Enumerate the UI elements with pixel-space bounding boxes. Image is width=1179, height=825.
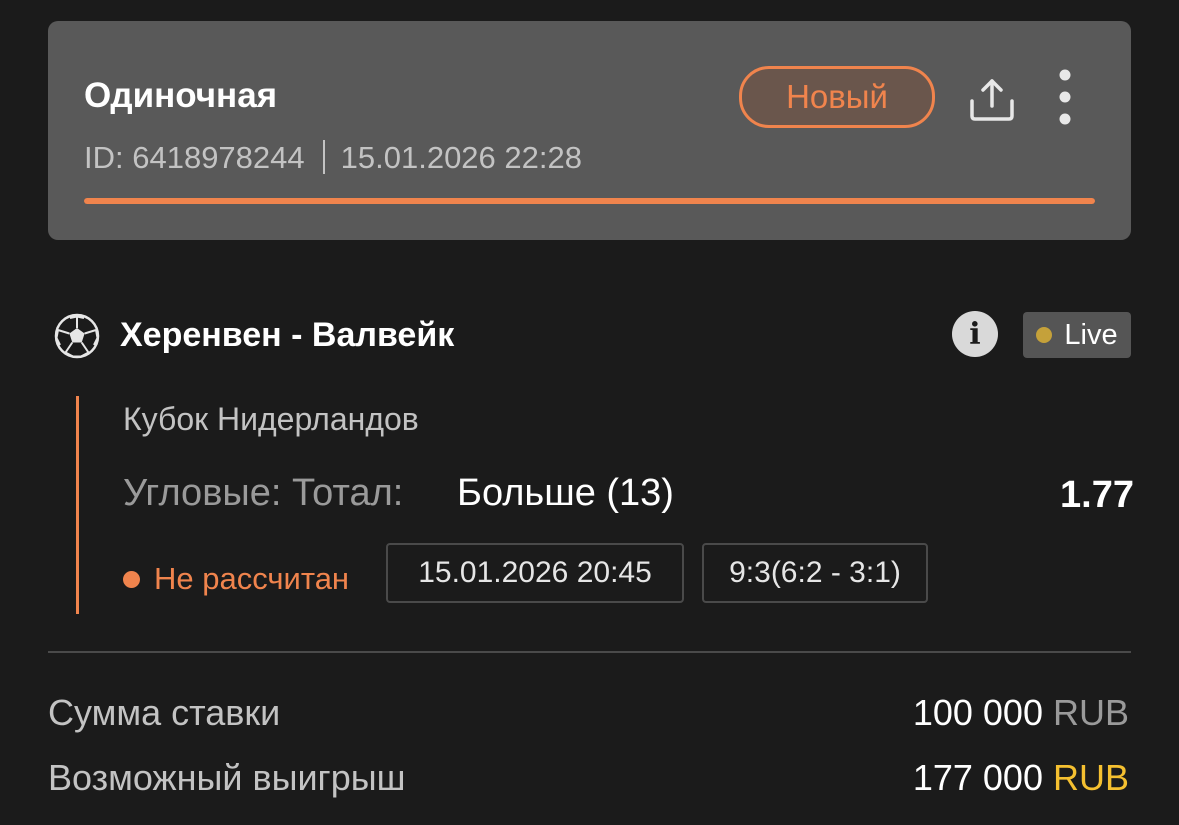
stake-currency: RUB [1052, 692, 1129, 733]
odds-value: 1.77 [1060, 474, 1134, 516]
bet-progress-bar [84, 198, 1095, 204]
stake-amount: 100 000 [912, 692, 1043, 733]
bet-details-screen: Одиночная ID: 6418978244 15.01.2026 22:28… [0, 0, 1179, 825]
outcome-label: Больше (13) [457, 472, 674, 514]
league-name: Кубок Нидерландов [123, 401, 419, 437]
bet-progress-fill [84, 198, 1095, 204]
payout-row: Возможный выигрыш 177 000 RUB [48, 757, 1131, 801]
live-label: Live [1064, 318, 1118, 351]
meta-separator [322, 140, 325, 174]
more-vertical-icon [1059, 69, 1071, 125]
stake-label: Сумма ставки [48, 692, 281, 733]
payout-value: 177 000 RUB [913, 757, 1129, 799]
stake-value: 100 000 RUB [913, 692, 1129, 734]
bet-id: ID: 6418978244 [84, 140, 305, 175]
market-label: Угловые: Тотал: [123, 472, 404, 514]
soccer-ball-icon [54, 313, 100, 359]
bet-status-badge: Новый [739, 66, 935, 128]
event-header: Херенвен - Валвейк i Live [54, 311, 1131, 361]
more-options-button[interactable] [1052, 69, 1078, 125]
bet-header-card: Одиночная ID: 6418978244 15.01.2026 22:28… [48, 21, 1131, 240]
share-button[interactable] [966, 73, 1018, 125]
score-chip: 9:3(6:2 - 3:1) [702, 543, 928, 603]
info-icon: i [969, 316, 981, 352]
settlement-status-label: Не рассчитан [154, 561, 350, 596]
bet-meta: ID: 6418978244 15.01.2026 22:28 [84, 140, 582, 176]
stake-row: Сумма ставки 100 000 RUB [48, 692, 1131, 736]
payout-label: Возможный выигрыш [48, 757, 406, 798]
payout-currency: RUB [1052, 757, 1129, 798]
live-badge: Live [1023, 312, 1131, 358]
share-icon [970, 79, 1014, 121]
status-dot-icon [123, 570, 140, 588]
event-name[interactable]: Херенвен - Валвейк [120, 316, 454, 355]
payout-amount: 177 000 [912, 757, 1043, 798]
divider [48, 651, 1131, 653]
bet-datetime: 15.01.2026 22:28 [340, 140, 582, 175]
live-dot-icon [1036, 327, 1053, 343]
selection-block: Кубок Нидерландов Угловые: Тотал: Больше… [76, 396, 1134, 614]
info-button[interactable]: i [952, 311, 998, 357]
event-start-chip: 15.01.2026 20:45 [386, 543, 684, 603]
settlement-status: Не рассчитан [123, 561, 349, 597]
bet-type-title: Одиночная [84, 76, 278, 115]
